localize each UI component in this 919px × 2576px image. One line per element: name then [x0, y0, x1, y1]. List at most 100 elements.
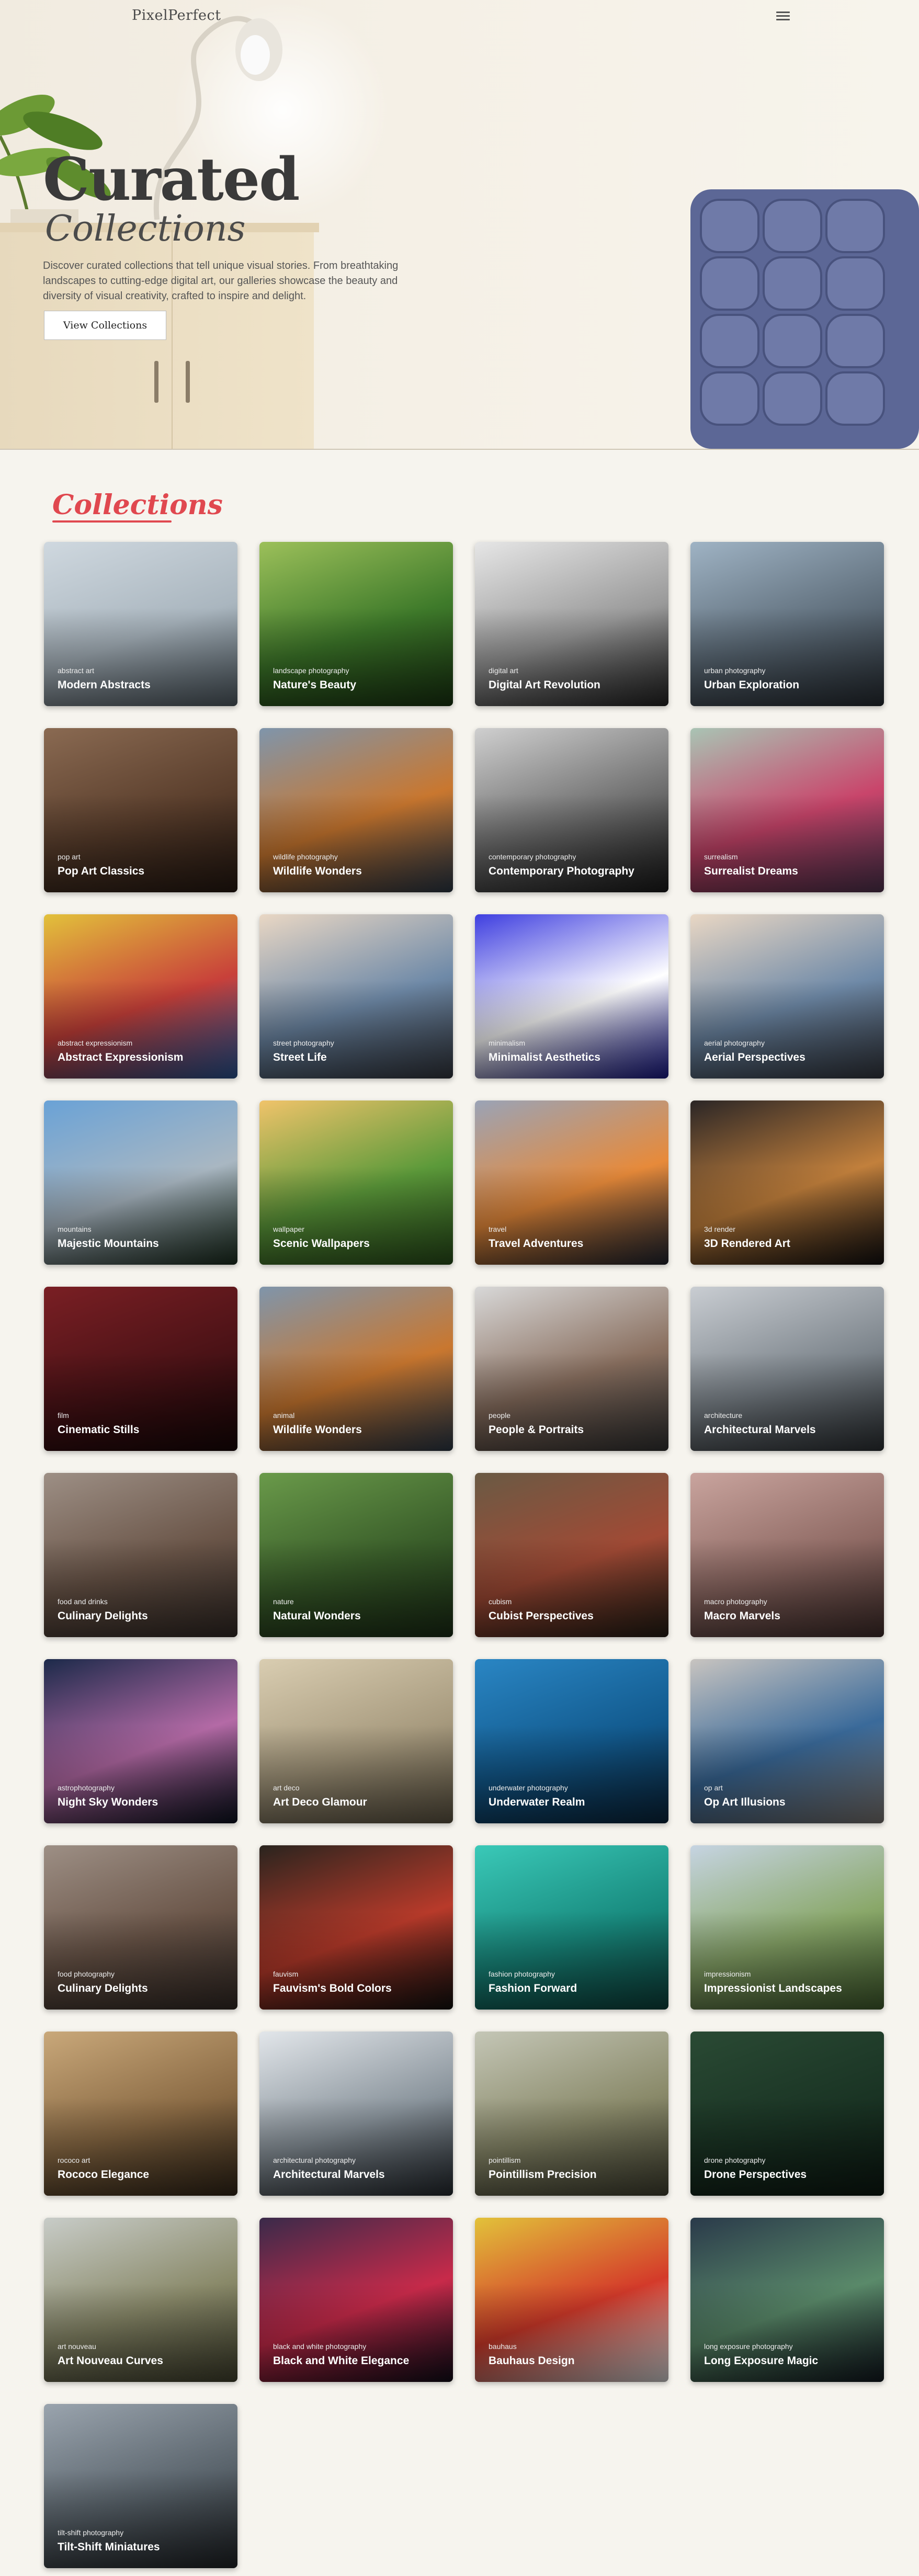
- collection-card-title: Culinary Delights: [58, 1610, 148, 1622]
- collection-card-category: wallpaper: [273, 1225, 304, 1233]
- collection-card[interactable]: impressionism Impressionist Landscapes: [690, 1845, 884, 2010]
- collection-card[interactable]: architectural photography Architectural M…: [259, 2032, 453, 2196]
- collection-card[interactable]: art nouveau Art Nouveau Curves: [44, 2218, 237, 2382]
- collection-card[interactable]: black and white photography Black and Whi…: [259, 2218, 453, 2382]
- collection-card[interactable]: drone photography Drone Perspectives: [690, 2032, 884, 2196]
- collection-card[interactable]: mountains Majestic Mountains: [44, 1100, 237, 1265]
- collection-card[interactable]: street photography Street Life: [259, 914, 453, 1079]
- collection-card-title: Drone Perspectives: [704, 2169, 807, 2181]
- collection-card[interactable]: op art Op Art Illusions: [690, 1659, 884, 1823]
- collection-card-title: Culinary Delights: [58, 1982, 148, 1994]
- collection-card-title: Contemporary Photography: [489, 865, 634, 877]
- collection-card-title: Aerial Perspectives: [704, 1051, 805, 1063]
- collection-card[interactable]: macro photography Macro Marvels: [690, 1473, 884, 1637]
- sofa-illustration: [690, 189, 919, 449]
- collection-card[interactable]: nature Natural Wonders: [259, 1473, 453, 1637]
- collection-card-category: landscape photography: [273, 666, 349, 675]
- collection-card-title: Tilt-Shift Miniatures: [58, 2541, 160, 2553]
- collection-card-category: mountains: [58, 1225, 92, 1233]
- collection-card-title: Rococo Elegance: [58, 2169, 150, 2181]
- collection-card-category: op art: [704, 1784, 723, 1792]
- collection-card[interactable]: wildlife photography Wildlife Wonders: [259, 728, 453, 892]
- collection-card-title: Art Nouveau Curves: [58, 2355, 163, 2367]
- collection-card[interactable]: food photography Culinary Delights: [44, 1845, 237, 2010]
- collection-card-title: Macro Marvels: [704, 1610, 780, 1622]
- collection-card[interactable]: cubism Cubist Perspectives: [475, 1473, 668, 1637]
- collection-card[interactable]: fashion photography Fashion Forward: [475, 1845, 668, 2010]
- collection-card[interactable]: fauvism Fauvism's Bold Colors: [259, 1845, 453, 2010]
- collection-card-category: tilt-shift photography: [58, 2528, 124, 2537]
- collection-card[interactable]: contemporary photography Contemporary Pho…: [475, 728, 668, 892]
- collection-card[interactable]: people People & Portraits: [475, 1287, 668, 1451]
- collection-card-category: architecture: [704, 1411, 743, 1420]
- collection-card-category: astrophotography: [58, 1784, 115, 1792]
- collection-card-title: Op Art Illusions: [704, 1796, 786, 1808]
- collection-card-title: Wildlife Wonders: [273, 1424, 362, 1436]
- collection-card-category: minimalism: [489, 1039, 525, 1047]
- collection-card-title: Fauvism's Bold Colors: [273, 1982, 392, 1994]
- collection-card[interactable]: 3d render 3D Rendered Art: [690, 1100, 884, 1265]
- collection-card-category: aerial photography: [704, 1039, 765, 1047]
- collection-card-category: drone photography: [704, 2156, 766, 2164]
- hamburger-menu-icon[interactable]: [776, 9, 790, 21]
- view-collections-button[interactable]: View Collections: [44, 311, 166, 340]
- collection-card-title: Architectural Marvels: [273, 2169, 385, 2181]
- collection-card-category: long exposure photography: [704, 2342, 793, 2351]
- collection-card[interactable]: pop art Pop Art Classics: [44, 728, 237, 892]
- collection-card[interactable]: aerial photography Aerial Perspectives: [690, 914, 884, 1079]
- collection-card-category: abstract expressionism: [58, 1039, 133, 1047]
- collection-card[interactable]: architecture Architectural Marvels: [690, 1287, 884, 1451]
- collection-card-title: Impressionist Landscapes: [704, 1982, 842, 1994]
- collection-card-title: Wildlife Wonders: [273, 865, 362, 877]
- collection-card[interactable]: digital art Digital Art Revolution: [475, 542, 668, 706]
- collection-card[interactable]: rococo art Rococo Elegance: [44, 2032, 237, 2196]
- collection-card[interactable]: food and drinks Culinary Delights: [44, 1473, 237, 1637]
- collection-card[interactable]: pointillism Pointillism Precision: [475, 2032, 668, 2196]
- collection-card[interactable]: film Cinematic Stills: [44, 1287, 237, 1451]
- collection-card-title: Art Deco Glamour: [273, 1796, 367, 1808]
- collection-card-title: Scenic Wallpapers: [273, 1238, 370, 1250]
- collection-card-title: Black and White Elegance: [273, 2355, 410, 2367]
- collection-card[interactable]: astrophotography Night Sky Wonders: [44, 1659, 237, 1823]
- collection-card-category: food and drinks: [58, 1597, 108, 1606]
- collection-card-title: Architectural Marvels: [704, 1424, 816, 1436]
- collection-card-category: food photography: [58, 1970, 115, 1978]
- collection-card-title: Minimalist Aesthetics: [489, 1051, 600, 1063]
- collection-card[interactable]: landscape photography Nature's Beauty: [259, 542, 453, 706]
- hero-title-line2: Collections: [45, 208, 246, 249]
- hero-section: PixelPerfect Curated Collections Discove…: [0, 0, 919, 450]
- collections-heading-underline: [52, 520, 172, 523]
- collection-card-category: rococo art: [58, 2156, 90, 2164]
- collection-card-category: art deco: [273, 1784, 300, 1792]
- collection-card[interactable]: wallpaper Scenic Wallpapers: [259, 1100, 453, 1265]
- collection-card[interactable]: urban photography Urban Exploration: [690, 542, 884, 706]
- collection-card-title: Fashion Forward: [489, 1982, 577, 1994]
- collection-card[interactable]: abstract expressionism Abstract Expressio…: [44, 914, 237, 1079]
- collection-card-category: contemporary photography: [489, 853, 576, 861]
- collection-card-category: digital art: [489, 666, 518, 675]
- collection-card[interactable]: bauhaus Bauhaus Design: [475, 2218, 668, 2382]
- collection-card[interactable]: minimalism Minimalist Aesthetics: [475, 914, 668, 1079]
- collection-card-category: nature: [273, 1597, 294, 1606]
- site-logo[interactable]: PixelPerfect: [132, 7, 221, 24]
- collection-card-category: bauhaus: [489, 2342, 517, 2351]
- collection-card[interactable]: art deco Art Deco Glamour: [259, 1659, 453, 1823]
- collection-card-category: 3d render: [704, 1225, 735, 1233]
- collection-card[interactable]: underwater photography Underwater Realm: [475, 1659, 668, 1823]
- collection-card-category: underwater photography: [489, 1784, 568, 1792]
- collection-card-title: Street Life: [273, 1051, 327, 1063]
- collection-card[interactable]: animal Wildlife Wonders: [259, 1287, 453, 1451]
- collection-card-title: Night Sky Wonders: [58, 1796, 158, 1808]
- collection-card[interactable]: travel Travel Adventures: [475, 1100, 668, 1265]
- collection-card-category: film: [58, 1411, 69, 1420]
- collection-card-category: pointillism: [489, 2156, 521, 2164]
- collection-card-title: Nature's Beauty: [273, 679, 357, 691]
- collection-card-category: architectural photography: [273, 2156, 356, 2164]
- collection-card[interactable]: surrealism Surrealist Dreams: [690, 728, 884, 892]
- collection-card-category: black and white photography: [273, 2342, 367, 2351]
- collection-card-category: wildlife photography: [273, 853, 338, 861]
- collection-card-category: macro photography: [704, 1597, 767, 1606]
- collection-card[interactable]: long exposure photography Long Exposure M…: [690, 2218, 884, 2382]
- collection-card[interactable]: tilt-shift photography Tilt-Shift Miniatu…: [44, 2404, 237, 2568]
- collection-card[interactable]: abstract art Modern Abstracts: [44, 542, 237, 706]
